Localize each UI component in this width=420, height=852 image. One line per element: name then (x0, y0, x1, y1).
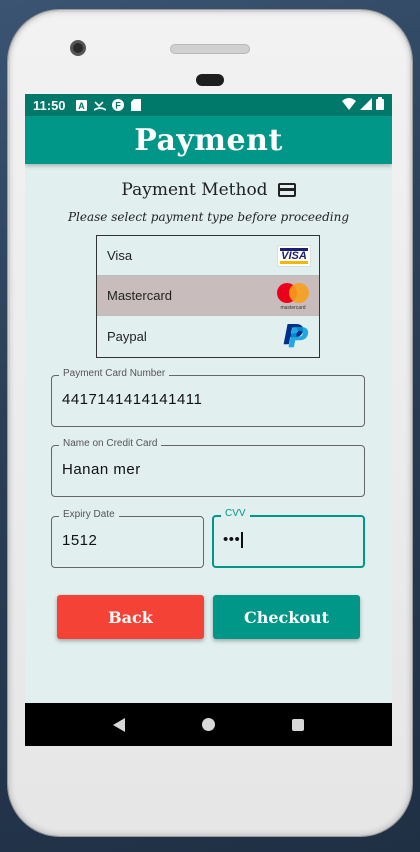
signal-icon (360, 97, 372, 113)
nav-back-icon[interactable] (113, 717, 126, 732)
call-missed-icon (93, 99, 106, 111)
cvv-field[interactable]: CVV ••• (212, 508, 365, 568)
payment-method-list: Visa VISA Mastercard mastercard Paypal P… (96, 235, 320, 358)
notification-icons: A F (76, 99, 142, 111)
payment-option-visa[interactable]: Visa VISA (97, 236, 319, 276)
cvv-input: ••• (223, 531, 244, 549)
android-nav-bar (25, 703, 392, 746)
status-time: 11:50 (33, 97, 66, 113)
speaker-grille (170, 44, 250, 54)
name-on-card-label: Name on Credit Card (59, 438, 162, 449)
card-number-value: 4417141414141411 (62, 391, 203, 408)
cvv-value: ••• (223, 531, 241, 548)
visa-logo-icon: VISA (277, 244, 311, 267)
payment-option-paypal[interactable]: Paypal P P (97, 316, 319, 356)
svg-text:A: A (78, 101, 85, 111)
app-screen: 11:50 A F Payment Payment Method Please … (25, 94, 392, 746)
credit-card-icon (277, 183, 296, 197)
status-bar: 11:50 A F (25, 94, 392, 116)
paypal-logo-icon: P P (281, 319, 311, 354)
earpiece (196, 74, 224, 86)
visa-logo-text: VISA (281, 249, 307, 262)
cvv-label: CVV (221, 508, 250, 519)
name-on-card-field[interactable]: Name on Credit Card Hanan mer (51, 438, 365, 497)
wifi-icon (342, 97, 356, 113)
card-number-label: Payment Card Number (59, 368, 170, 379)
system-icons (342, 97, 384, 113)
payment-option-label: Paypal (107, 328, 147, 344)
sd-card-icon (130, 99, 142, 111)
payment-method-title: Payment Method (121, 180, 268, 200)
paypal-logo-letter-overlay: P (288, 321, 309, 354)
a-notification-icon: A (76, 99, 88, 111)
expiry-date-value: 1512 (62, 532, 98, 549)
nav-recents-icon[interactable] (291, 718, 304, 731)
page-title: Payment (134, 122, 283, 158)
svg-text:F: F (115, 101, 121, 111)
payment-option-mastercard[interactable]: Mastercard mastercard (97, 276, 319, 316)
front-camera (70, 40, 86, 56)
checkout-button[interactable]: Checkout (213, 595, 360, 639)
text-cursor (241, 532, 244, 549)
payment-method-header: Payment Method (25, 180, 392, 200)
mastercard-logo-text: mastercard (280, 304, 306, 311)
battery-icon (376, 97, 384, 113)
payment-option-label: Visa (107, 248, 133, 263)
expiry-date-label: Expiry Date (59, 509, 119, 520)
nav-home-icon[interactable] (201, 718, 215, 731)
expiry-date-field[interactable]: Expiry Date 1512 (51, 509, 204, 568)
mastercard-logo-icon: mastercard (275, 281, 311, 311)
card-number-field[interactable]: Payment Card Number 4417141414141411 (51, 368, 365, 427)
payment-method-subtitle: Please select payment type before procee… (67, 210, 350, 224)
circle-f-icon: F (111, 99, 124, 111)
payment-option-label: Mastercard (107, 288, 173, 303)
name-on-card-value: Hanan mer (62, 461, 141, 478)
app-bar: Payment (25, 116, 392, 164)
back-button[interactable]: Back (57, 595, 204, 639)
